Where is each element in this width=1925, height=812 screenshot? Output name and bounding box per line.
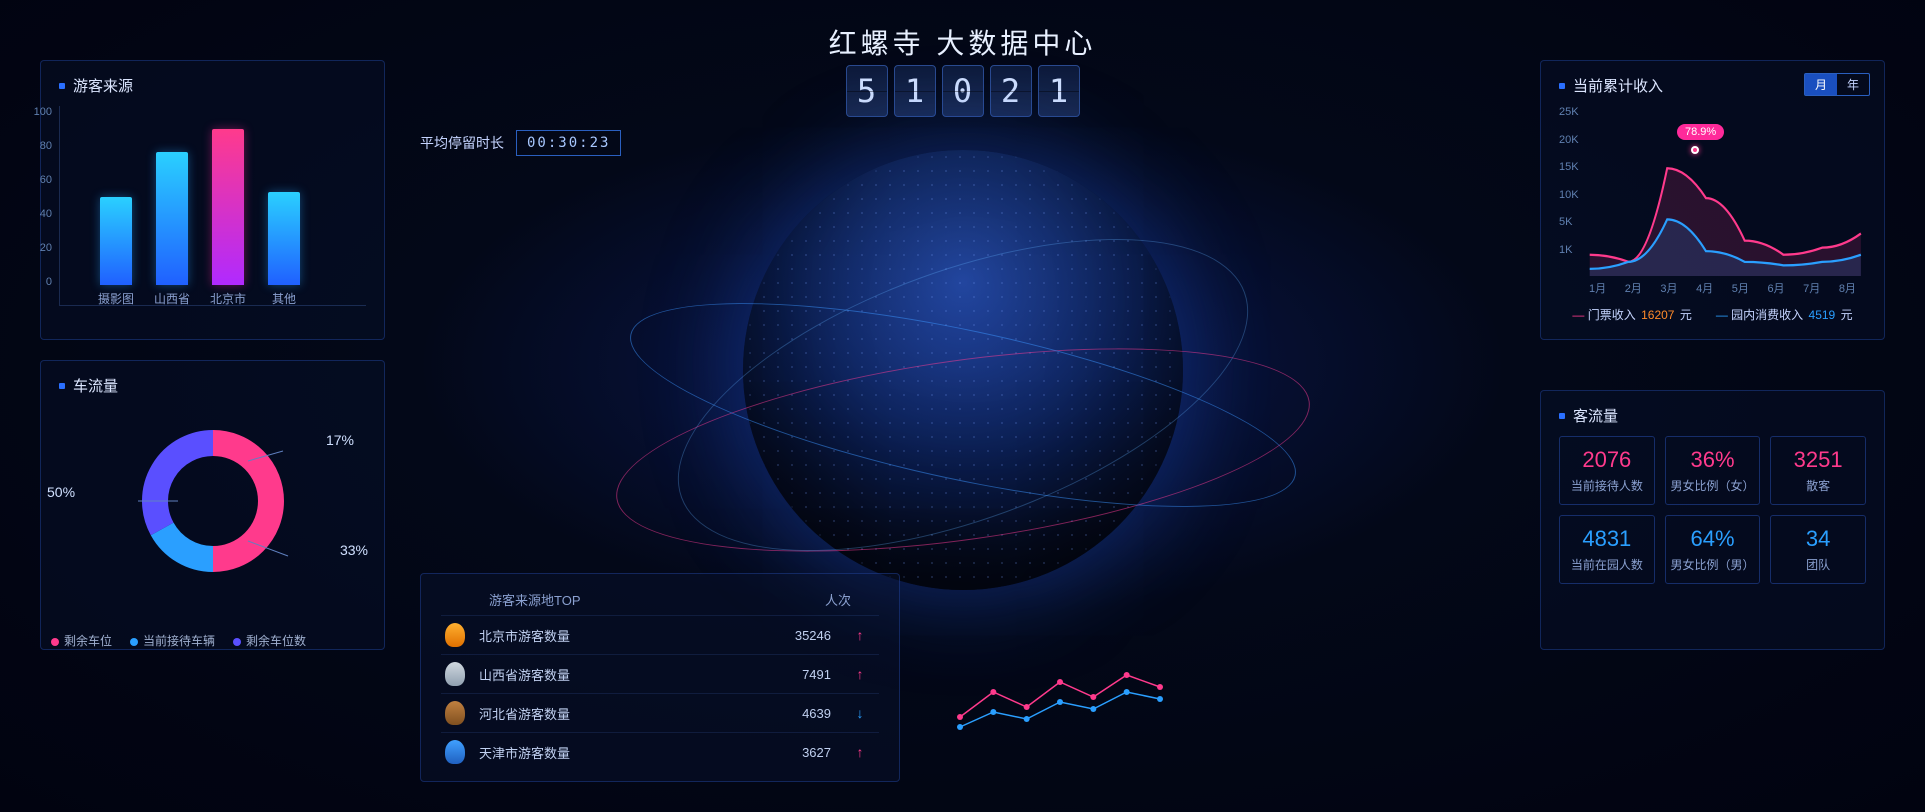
- avg-stay-value: 00:30:23: [516, 130, 621, 156]
- donut-pct-33: 33%: [340, 542, 368, 558]
- panel-visitor-flow: 客流量 2076当前接待人数36%男女比例（女）3251散客 4831当前在园人数…: [1540, 390, 1885, 650]
- traffic-donut-chart: 50% 17% 33%: [59, 406, 366, 596]
- donut-legend: 剩余车位 当前接待车辆 剩余车位数: [51, 632, 374, 649]
- mini-sparkline: [950, 657, 1170, 757]
- legend-current-vehicles: 当前接待车辆: [130, 632, 215, 649]
- medal-icon: [445, 662, 465, 686]
- visitor-tile-2: 3251散客: [1770, 436, 1866, 505]
- panel-title: 车流量: [59, 375, 366, 396]
- panel-title: 游客来源: [59, 75, 366, 96]
- medal-icon: [445, 701, 465, 725]
- avg-stay-label: 平均停留时长: [420, 133, 504, 153]
- trend-down-icon: ↓: [845, 705, 875, 721]
- income-period-toggle[interactable]: 月 年: [1804, 73, 1870, 96]
- toggle-month[interactable]: 月: [1805, 74, 1837, 95]
- top-origin-table: 游客来源地TOP 人次 北京市游客数量35246↑山西省游客数量7491↑河北省…: [420, 573, 900, 782]
- visitor-tile-0: 2076当前接待人数: [1559, 436, 1655, 505]
- panel-income: 当前累计收入 月 年 25K20K15K10K5K1K 78.9% 1月2月3月…: [1540, 60, 1885, 340]
- table-row: 河北省游客数量4639↓: [441, 693, 879, 732]
- panel-traffic: 车流量 50% 17% 33% 剩余车位 当前接待车辆 剩余车位数: [40, 360, 385, 650]
- visitor-source-bar-chart: 100806040200摄影图山西省北京市其他: [59, 106, 366, 306]
- trend-up-icon: ↑: [845, 666, 875, 682]
- legend-remaining-count: 剩余车位数: [233, 632, 306, 649]
- income-line-chart: 25K20K15K10K5K1K 78.9%: [1559, 106, 1866, 276]
- legend-inpark: 园内消费收入: [1731, 308, 1803, 322]
- income-legend: — 门票收入 16207 元 — 园内消费收入 4519 元: [1559, 306, 1866, 323]
- th-count: 人次: [825, 590, 851, 609]
- toggle-year[interactable]: 年: [1837, 74, 1869, 95]
- medal-icon: [445, 740, 465, 764]
- visitor-tile-4: 64%男女比例（男）: [1665, 515, 1761, 584]
- donut-pct-17: 17%: [326, 432, 354, 448]
- bar-3: 其他: [268, 192, 300, 286]
- legend-ticket: 门票收入: [1588, 308, 1636, 322]
- peak-badge: 78.9%: [1677, 124, 1724, 140]
- table-row: 天津市游客数量3627↑: [441, 732, 879, 771]
- panel-title: 客流量: [1559, 405, 1866, 426]
- th-origin: 游客来源地TOP: [489, 590, 581, 609]
- unit: 元: [1680, 308, 1692, 322]
- table-row: 北京市游客数量35246↑: [441, 615, 879, 654]
- table-row: 山西省游客数量7491↑: [441, 654, 879, 693]
- legend-remaining-spots: 剩余车位: [51, 632, 112, 649]
- avg-stay: 平均停留时长 00:30:23: [420, 130, 621, 156]
- bar-2: 北京市: [212, 129, 244, 285]
- unit: 元: [1841, 308, 1853, 322]
- page-title: 红螺寺 大数据中心: [829, 22, 1097, 62]
- peak-dot-icon: [1691, 146, 1699, 154]
- income-x-axis: 1月2月3月4月5月6月7月8月: [1559, 276, 1866, 296]
- legend-inpark-val: 4519: [1809, 308, 1836, 322]
- trend-up-icon: ↑: [845, 744, 875, 760]
- visitor-tile-1: 36%男女比例（女）: [1665, 436, 1761, 505]
- trend-up-icon: ↑: [845, 627, 875, 643]
- visitor-tile-3: 4831当前在园人数: [1559, 515, 1655, 584]
- bar-1: 山西省: [156, 152, 188, 285]
- visitor-tiles: 2076当前接待人数36%男女比例（女）3251散客 4831当前在园人数64%男…: [1559, 436, 1866, 584]
- legend-ticket-val: 16207: [1641, 308, 1674, 322]
- visitor-tile-5: 34团队: [1770, 515, 1866, 584]
- medal-icon: [445, 623, 465, 647]
- donut-pct-50: 50%: [47, 484, 75, 500]
- bar-0: 摄影图: [100, 197, 132, 285]
- panel-visitor-source: 游客来源 100806040200摄影图山西省北京市其他: [40, 60, 385, 340]
